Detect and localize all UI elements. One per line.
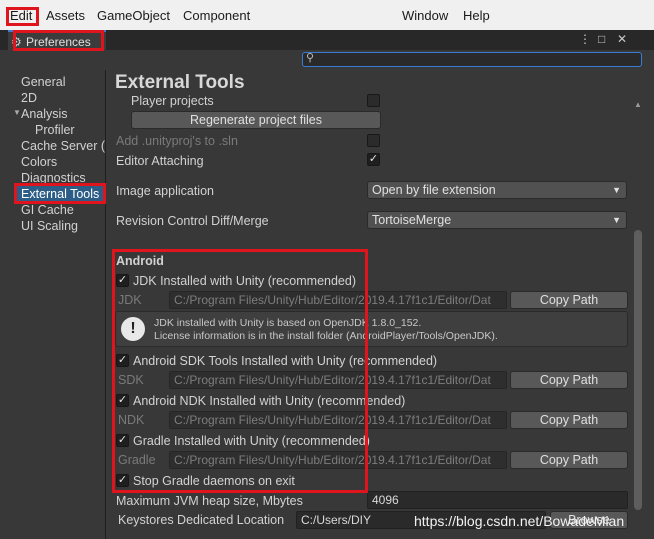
expand-triangle-icon[interactable]: ▼ (13, 108, 21, 117)
ndk-checkbox[interactable]: ✓ (116, 394, 129, 407)
jdk-help-line-2: License information is in the install fo… (154, 330, 498, 342)
ndk-toggle-label: Android NDK Installed with Unity (recomm… (133, 394, 406, 408)
sidebar-item-2d[interactable]: 2D (21, 91, 37, 105)
keystores-label: Keystores Dedicated Location (118, 513, 285, 527)
preferences-tab[interactable]: ⚙ Preferences (8, 30, 106, 50)
jdk-path-field[interactable]: C:/Program Files/Unity/Hub/Editor/2019.4… (169, 291, 507, 309)
sdk-label: SDK (118, 373, 144, 387)
preferences-sidebar: ▼ General 2D Analysis Profiler Cache Ser… (0, 70, 106, 539)
tab-title: Preferences (26, 35, 91, 49)
jdk-copy-path-button[interactable]: Copy Path (510, 291, 628, 309)
jdk-toggle-label: JDK Installed with Unity (recommended) (133, 274, 356, 288)
image-application-dropdown[interactable]: Open by file extension ▼ (367, 181, 627, 199)
ndk-label: NDK (118, 413, 145, 427)
player-projects-label: Player projects (131, 94, 214, 108)
jdk-help-line-1: JDK installed with Unity is based on Ope… (154, 317, 422, 329)
gradle-copy-path-button[interactable]: Copy Path (510, 451, 628, 469)
sidebar-item-ui-scaling[interactable]: UI Scaling (21, 219, 78, 233)
watermark-text: https://blog.csdn.net/BowadeMian (414, 513, 625, 529)
maximize-icon[interactable]: □ (598, 32, 605, 46)
menu-component[interactable]: Component (183, 8, 250, 23)
player-projects-checkbox[interactable] (367, 94, 380, 107)
jdk-checkbox[interactable]: ✓ (116, 274, 129, 287)
max-jvm-label: Maximum JVM heap size, Mbytes (116, 494, 303, 508)
image-application-label: Image application (116, 184, 214, 198)
dropdown-caret-icon: ▼ (612, 215, 621, 225)
search-row: ⚲ (0, 50, 654, 70)
regenerate-project-files-button[interactable]: Regenerate project files (131, 111, 381, 129)
ndk-path-field[interactable]: C:/Program Files/Unity/Hub/Editor/2019.4… (169, 411, 507, 429)
jdk-label: JDK (118, 293, 142, 307)
revision-control-value: TortoiseMerge (372, 213, 452, 227)
sidebar-item-profiler[interactable]: Profiler (35, 123, 75, 137)
stop-gradle-checkbox[interactable]: ✓ (116, 474, 129, 487)
menu-bar: Edit Assets GameObject Component Window … (0, 0, 654, 30)
check-icon: ✓ (117, 434, 128, 446)
sdk-path-field[interactable]: C:/Program Files/Unity/Hub/Editor/2019.4… (169, 371, 507, 389)
gear-icon: ⚙ (11, 35, 22, 49)
sidebar-item-external-tools[interactable]: External Tools (21, 187, 99, 201)
check-icon: ✓ (117, 354, 128, 366)
stop-gradle-label: Stop Gradle daemons on exit (133, 474, 295, 488)
check-icon: ✓ (117, 474, 128, 486)
image-application-value: Open by file extension (372, 183, 496, 197)
max-jvm-input[interactable]: 4096 (367, 491, 628, 509)
add-unityproj-label: Add .unityproj's to .sln (116, 134, 238, 148)
sidebar-item-cache-server[interactable]: Cache Server ( (21, 139, 105, 153)
gradle-toggle-label: Gradle Installed with Unity (recommended… (133, 434, 370, 448)
sdk-toggle-label: Android SDK Tools Installed with Unity (… (133, 354, 438, 368)
ndk-copy-path-button[interactable]: Copy Path (510, 411, 628, 429)
vertical-scrollbar[interactable]: ▲ (633, 100, 643, 539)
editor-attaching-label: Editor Attaching (116, 154, 204, 168)
sdk-copy-path-button[interactable]: Copy Path (510, 371, 628, 389)
info-icon: ! (121, 317, 145, 341)
scroll-up-arrow-icon[interactable]: ▲ (634, 100, 642, 109)
add-unityproj-checkbox[interactable] (367, 134, 380, 147)
sidebar-item-diagnostics[interactable]: Diagnostics (21, 171, 86, 185)
revision-control-dropdown[interactable]: TortoiseMerge ▼ (367, 211, 627, 229)
page-title: External Tools (115, 72, 245, 93)
sidebar-item-colors[interactable]: Colors (21, 155, 57, 169)
dropdown-caret-icon: ▼ (612, 185, 621, 195)
check-icon: ✓ (368, 153, 379, 165)
sidebar-item-gi-cache[interactable]: GI Cache (21, 203, 74, 217)
gradle-checkbox[interactable]: ✓ (116, 434, 129, 447)
menu-gameobject[interactable]: GameObject (97, 8, 170, 23)
revision-control-label: Revision Control Diff/Merge (116, 214, 269, 228)
check-icon: ✓ (117, 394, 128, 406)
sidebar-item-general[interactable]: General (21, 75, 65, 89)
search-input[interactable]: ⚲ (302, 52, 642, 67)
editor-attaching-checkbox[interactable]: ✓ (367, 153, 380, 166)
search-icon: ⚲ (306, 52, 315, 64)
more-options-icon[interactable]: ⋮ (579, 32, 591, 46)
sdk-checkbox[interactable]: ✓ (116, 354, 129, 367)
menu-window[interactable]: Window (402, 8, 448, 23)
external-tools-panel: External Tools Player projects Regenerat… (107, 70, 654, 539)
menu-edit[interactable]: Edit (10, 8, 32, 23)
jdk-help-box: ! JDK installed with Unity is based on O… (115, 311, 628, 347)
gradle-path-field[interactable]: C:/Program Files/Unity/Hub/Editor/2019.4… (169, 451, 507, 469)
gradle-label: Gradle (118, 453, 156, 467)
sidebar-item-analysis[interactable]: Analysis (21, 107, 68, 121)
menu-assets[interactable]: Assets (46, 8, 85, 23)
window-tab-bar: ⚙ Preferences ⋮ □ ✕ (0, 30, 654, 50)
check-icon: ✓ (117, 274, 128, 286)
menu-help[interactable]: Help (463, 8, 490, 23)
android-section-header: Android (116, 254, 164, 268)
close-icon[interactable]: ✕ (617, 32, 627, 46)
scrollbar-thumb[interactable] (634, 230, 642, 510)
